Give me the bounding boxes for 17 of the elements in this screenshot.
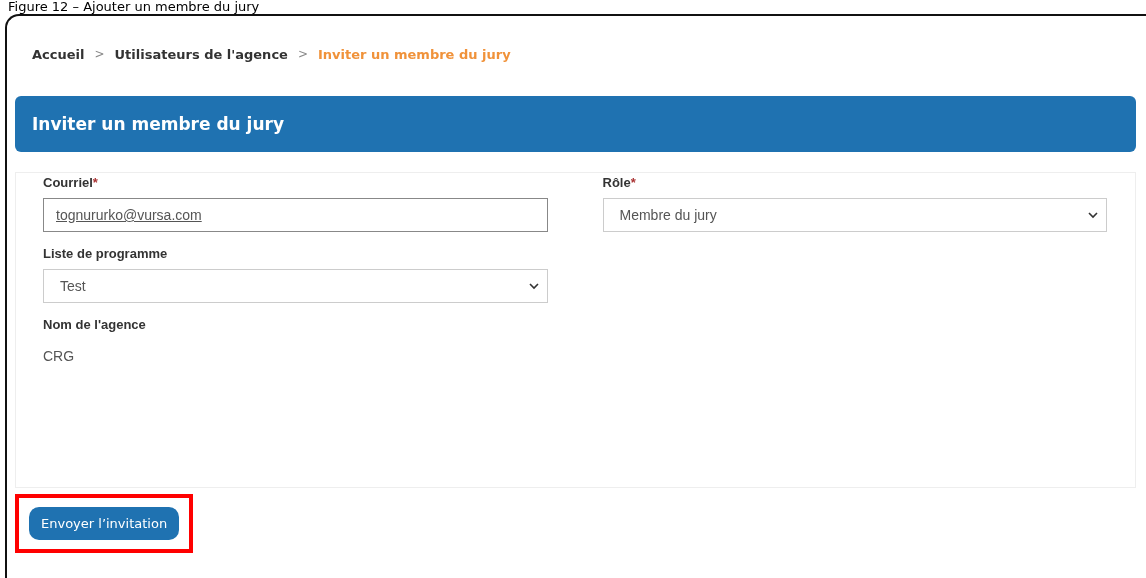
breadcrumb-link[interactable]: Utilisateurs de l'agence [114,46,288,62]
breadcrumb-separator: > [94,47,105,61]
field-label: Rôle* [602,175,637,190]
field-label: Nom de l'agence [43,317,147,332]
header-title: Inviter un membre du jury [32,114,284,134]
figure-caption: Figure 12 – Ajouter un membre du jury [7,0,261,14]
chevron-down-icon [528,282,539,290]
breadcrumb-link[interactable]: Accueil [32,46,85,62]
email-field[interactable]: tognururko@vursa.com [43,198,548,232]
field-label: Liste de programme [43,246,169,261]
dropdown-field[interactable]: Membre du jury [602,198,1107,232]
dropdown-field[interactable]: Test [43,269,548,303]
chevron-down-icon [1088,211,1098,219]
send-invitation-button[interactable]: Envoyer l’invitation [29,507,180,540]
field-label: Courriel* [43,175,99,190]
breadcrumb-separator: > [297,47,308,61]
agency-name: CRG [43,348,76,364]
